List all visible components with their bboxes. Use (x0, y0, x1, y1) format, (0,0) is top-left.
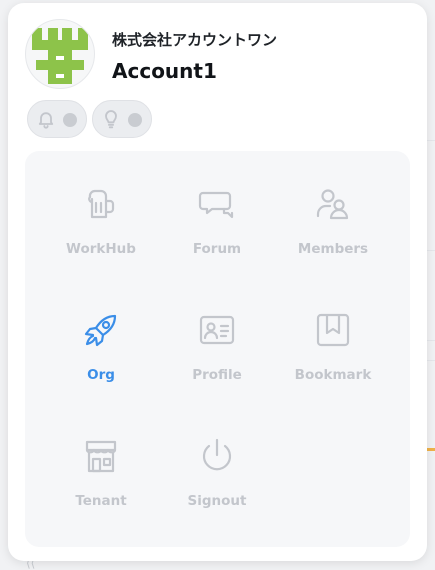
menu-item-bookmark[interactable]: Bookmark (275, 277, 391, 387)
menu-item-label: Signout (187, 493, 247, 509)
menu-item-profile[interactable]: Profile (159, 277, 275, 387)
menu-item-label: Tenant (75, 493, 127, 509)
app-launcher-grid: WorkHub Forum Members Org Profile Bookma… (25, 151, 410, 547)
menu-item-label: Profile (192, 367, 242, 383)
power-icon (202, 438, 232, 471)
menu-item-members[interactable]: Members (275, 151, 391, 261)
toggle-knob (128, 113, 142, 127)
avatar[interactable] (25, 19, 95, 89)
bookmark-icon (316, 313, 350, 347)
menu-item-label: WorkHub (66, 241, 136, 257)
menu-item-label: Members (297, 241, 369, 257)
company-logo-icon (32, 28, 88, 84)
menu-item-tenant[interactable]: Tenant (43, 403, 159, 513)
storefront-icon (85, 440, 117, 473)
account-name: Account1 (112, 59, 217, 83)
menu-item-signout[interactable]: Signout (159, 403, 275, 513)
menu-item-label: Bookmark (294, 367, 372, 383)
toggle-knob (63, 113, 77, 127)
id-card-icon (199, 315, 235, 345)
company-name: 株式会社アカウントワン (112, 31, 278, 49)
menu-item-label: Forum (192, 241, 242, 257)
menu-item-label: Org (87, 367, 115, 383)
bell-icon (38, 112, 54, 129)
users-icon (316, 189, 349, 220)
menu-item-workhub[interactable]: WorkHub (43, 151, 159, 261)
menu-item-forum[interactable]: Forum (159, 151, 275, 261)
account-menu-popup: 株式会社アカウントワン Account1 WorkHub Forum Membe… (8, 3, 427, 561)
tips-toggle[interactable] (92, 100, 152, 138)
background-accent (427, 448, 435, 451)
beer-mug-icon (88, 189, 115, 219)
notification-toggle[interactable] (27, 100, 87, 138)
menu-item-org[interactable]: Org (43, 277, 159, 387)
lightbulb-icon (105, 110, 117, 129)
rocket-icon (84, 314, 117, 347)
chat-bubbles-icon (198, 191, 234, 219)
